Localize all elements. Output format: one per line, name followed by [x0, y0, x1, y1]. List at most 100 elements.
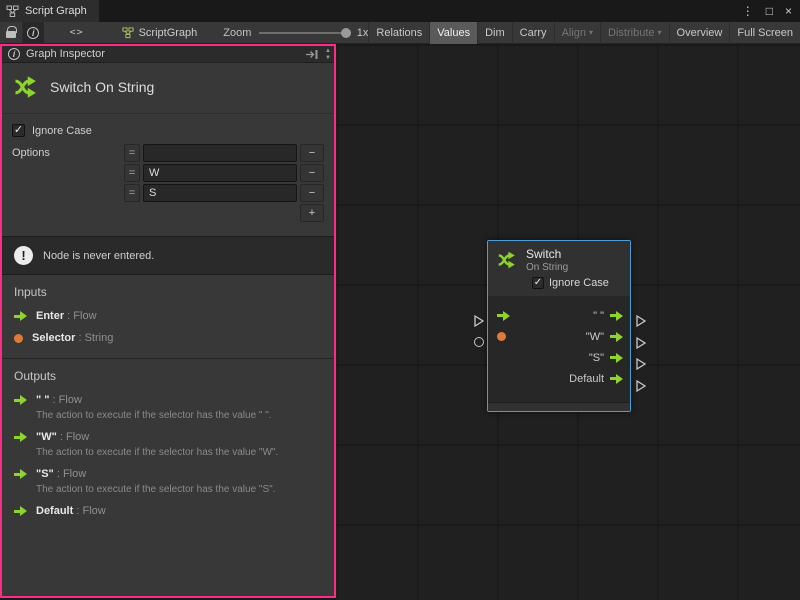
values-button[interactable]: Values — [429, 22, 477, 44]
kebab-menu-icon[interactable]: ⋮ — [742, 4, 754, 18]
node-header[interactable]: Switch On String — [488, 241, 630, 275]
port-type: : Flow — [64, 310, 96, 322]
graph-selector[interactable]: ScriptGraph — [122, 27, 198, 39]
input-port-row: Enter : Flow — [14, 310, 322, 322]
output-port-connector[interactable] — [635, 314, 647, 328]
port-type: : String — [75, 332, 113, 344]
scroll-down-icon[interactable]: ▼ — [325, 55, 331, 61]
node-ports: " " "W" "S" Default — [488, 296, 630, 402]
zoom-slider[interactable] — [259, 28, 350, 38]
flow-port-icon — [14, 432, 27, 442]
dim-button[interactable]: Dim — [477, 22, 512, 44]
close-icon[interactable]: × — [785, 4, 792, 18]
port-name: "S" — [36, 468, 54, 480]
node-titles: Switch On String — [526, 247, 568, 273]
node-title-text: Switch On String — [50, 79, 154, 95]
outputs-header: Outputs — [14, 369, 322, 383]
selector-port-connector[interactable] — [474, 337, 484, 347]
warning-banner: ! Node is never entered. — [2, 236, 334, 275]
remove-option-button[interactable]: − — [300, 184, 324, 202]
align-dropdown[interactable]: Align ▾ — [554, 22, 600, 44]
output-port-connector[interactable] — [635, 357, 647, 371]
option-row: = − — [124, 144, 324, 162]
output-port-label: " " — [593, 310, 604, 322]
zoom-value: 1x — [357, 27, 369, 39]
option-row: = − — [124, 164, 324, 182]
output-port-row: " " : Flow — [14, 394, 322, 406]
remove-option-button[interactable]: − — [300, 144, 324, 162]
warning-icon: ! — [14, 246, 33, 265]
dock-icon[interactable] — [305, 49, 319, 60]
scroll-up-icon[interactable]: ▲ — [325, 48, 331, 54]
flow-port-icon — [14, 395, 27, 405]
port-description: The action to execute if the selector ha… — [36, 484, 322, 495]
switch-on-string-node[interactable]: Switch On String ✓ Ignore Case " " "W" — [487, 240, 631, 412]
output-port-connector[interactable] — [635, 336, 647, 350]
flow-output-port[interactable] — [610, 332, 623, 342]
flow-output-port[interactable] — [610, 353, 623, 363]
maximize-icon[interactable]: □ — [766, 4, 773, 18]
options-field: Options = − = − = − + — [12, 144, 326, 222]
option-input-0[interactable] — [143, 144, 297, 162]
input-port-row: Selector : String — [14, 332, 322, 344]
relations-button[interactable]: Relations — [368, 22, 429, 44]
inspector-toggle-button[interactable]: i — [22, 22, 44, 44]
inputs-header: Inputs — [14, 285, 322, 299]
flow-input-port[interactable] — [497, 311, 510, 321]
window-controls: ⋮ □ × — [742, 4, 800, 18]
port-name: "W" — [36, 431, 57, 443]
zoom-slider-track — [259, 32, 350, 34]
zoom-slider-knob[interactable] — [341, 28, 351, 38]
node-title: Switch — [526, 247, 568, 261]
ignore-case-row: ✓ Ignore Case — [12, 124, 326, 137]
port-row: Default — [497, 368, 623, 389]
flow-output-port[interactable] — [610, 311, 623, 321]
ignore-case-checkbox[interactable]: ✓ — [532, 277, 544, 289]
port-name: Selector — [32, 332, 75, 344]
option-input-1[interactable] — [143, 164, 297, 182]
output-port-connector[interactable] — [635, 379, 647, 393]
port-type: : Flow — [54, 468, 86, 480]
carry-button[interactable]: Carry — [512, 22, 554, 44]
port-name: " " — [36, 394, 50, 406]
output-port-label: Default — [569, 373, 604, 385]
tab-title: Script Graph — [25, 5, 87, 17]
graph-canvas[interactable]: Switch On String ✓ Ignore Case " " "W" — [336, 44, 800, 600]
info-icon: i — [27, 27, 39, 39]
ignore-case-label: Ignore Case — [32, 125, 92, 137]
add-option-button[interactable]: + — [300, 204, 324, 222]
code-view-button[interactable]: <> — [66, 22, 88, 44]
value-port-icon — [14, 334, 23, 343]
drag-handle-icon[interactable]: = — [124, 144, 140, 162]
enter-port-connector[interactable] — [473, 314, 485, 328]
option-row: = − — [124, 184, 324, 202]
ignore-case-checkbox[interactable]: ✓ — [12, 124, 25, 137]
output-port-row: "W" : Flow — [14, 431, 322, 443]
drag-handle-icon[interactable]: = — [124, 164, 140, 182]
node-footer — [488, 402, 630, 411]
option-input-2[interactable] — [143, 184, 297, 202]
code-icon: <> — [70, 27, 84, 38]
output-port-label: "W" — [586, 331, 604, 343]
selector-input-port[interactable] — [497, 332, 506, 341]
flow-port-icon — [14, 311, 27, 321]
port-row: "W" — [497, 326, 623, 347]
toolbar-buttons: Relations Values Dim Carry Align ▾ Distr… — [368, 22, 800, 44]
flow-output-port[interactable] — [610, 374, 623, 384]
graph-inspector-panel: i Graph Inspector ▲ ▼ Switch On String ✓… — [0, 44, 336, 598]
tab-script-graph[interactable]: Script Graph — [0, 0, 99, 22]
node-ignore-case-row: ✓ Ignore Case — [488, 275, 630, 296]
overview-button[interactable]: Overview — [669, 22, 730, 44]
distribute-dropdown[interactable]: Distribute ▾ — [600, 22, 668, 44]
port-type: : Flow — [50, 394, 82, 406]
chevron-down-icon: ▾ — [658, 28, 662, 37]
drag-handle-icon[interactable]: = — [124, 184, 140, 202]
title-bar: Script Graph ⋮ □ × — [0, 0, 800, 22]
lock-button[interactable] — [0, 22, 22, 44]
graph-selector-label: ScriptGraph — [139, 27, 198, 39]
fullscreen-button[interactable]: Full Screen — [729, 22, 800, 44]
inspector-title: Graph Inspector — [26, 48, 299, 60]
flow-port-icon — [14, 506, 27, 516]
scroll-arrows[interactable]: ▲ ▼ — [325, 48, 332, 61]
remove-option-button[interactable]: − — [300, 164, 324, 182]
